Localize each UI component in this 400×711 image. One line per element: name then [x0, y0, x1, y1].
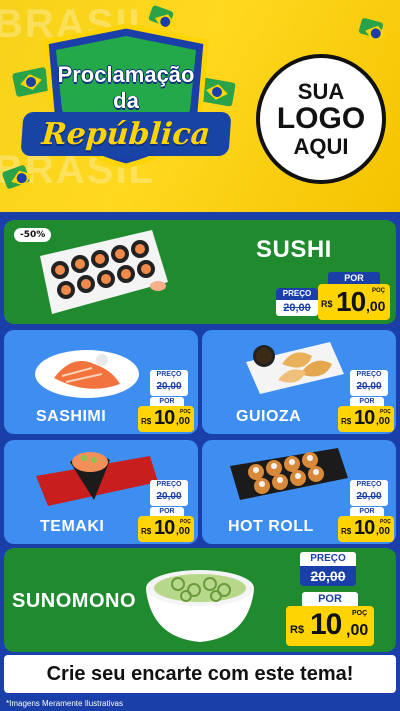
product-card-sunomono: SUNOMONO PREÇO 20,00 POR R$ 10 POÇ ,00 — [4, 548, 396, 652]
sunomono-image — [146, 570, 254, 642]
product-name: SUNOMONO — [12, 590, 136, 612]
new-price-cents: ,00 — [376, 416, 390, 427]
old-price-value: 20,00 — [300, 566, 356, 586]
title-line-3: República — [20, 112, 232, 156]
product-card-hot-roll: HOT ROLL PREÇO 20,00 POR R$ 10 POÇ ,00 — [202, 440, 396, 544]
temaki-image — [36, 452, 158, 506]
currency-symbol: R$ — [341, 527, 352, 536]
old-price-value: 20,00 — [156, 381, 182, 392]
old-price-label: PREÇO — [276, 288, 318, 300]
logo-placeholder: SUA LOGO AQUI — [256, 54, 386, 184]
old-price-tag: PREÇO 20,00 — [150, 480, 188, 506]
old-price-value: 20,00 — [356, 491, 382, 502]
new-price-label: POR — [302, 592, 358, 606]
unit-label: POÇ — [352, 610, 368, 617]
product-name: HOT ROLL — [228, 518, 314, 535]
title-line-1: Proclamação — [57, 62, 195, 87]
old-price-label: PREÇO — [300, 552, 356, 566]
new-price-cents: ,00 — [176, 416, 190, 427]
old-price-tag: PREÇO 20,00 — [350, 480, 388, 506]
sushi-image — [40, 230, 168, 314]
logo-text-2: LOGO — [276, 102, 366, 136]
unit-label: POÇ — [380, 409, 391, 415]
new-price-int: 10 — [336, 286, 366, 317]
product-name: SASHIMI — [36, 408, 107, 425]
title-line-2: da — [113, 88, 139, 113]
old-price-value: 20,00 — [356, 381, 382, 392]
product-name: SUSHI — [256, 236, 332, 263]
new-price-int: 10 — [310, 608, 342, 641]
new-price-int: 10 — [154, 407, 175, 429]
hot-roll-image — [230, 448, 348, 500]
guioza-image — [246, 342, 344, 394]
currency-symbol: R$ — [290, 624, 305, 636]
product-card-guioza: GUIOZA PREÇO 20,00 POR R$ 10 POÇ ,00 — [202, 330, 396, 434]
new-price-tag: POR R$ 10 POÇ ,00 — [138, 507, 194, 542]
old-price-tag: PREÇO 20,00 — [276, 288, 318, 316]
product-name: GUIOZA — [236, 408, 302, 425]
currency-symbol: R$ — [141, 417, 152, 426]
brazil-flag-icon — [358, 17, 384, 39]
new-price-tag: POR R$ 10 POÇ ,00 — [338, 397, 394, 432]
unit-label: POÇ — [372, 288, 386, 294]
product-card-sushi: -50% SUSHI PREÇO 20,00 POR R$ 10 POÇ ,00 — [4, 220, 396, 324]
unit-label: POÇ — [180, 409, 191, 415]
old-price-label: PREÇO — [150, 480, 188, 490]
new-price-int: 10 — [154, 517, 175, 539]
currency-symbol: R$ — [321, 299, 333, 309]
old-price-tag: PREÇO 20,00 — [300, 552, 356, 586]
new-price-label: POR — [328, 272, 380, 284]
product-name: TEMAKI — [40, 518, 105, 535]
unit-label: POÇ — [180, 519, 191, 525]
product-card-temaki: TEMAKI PREÇO 20,00 POR R$ 10 POÇ ,00 — [4, 440, 198, 544]
title-shield: Proclamação da República — [20, 22, 232, 170]
new-price-label: POR — [350, 507, 384, 516]
old-price-tag: PREÇO 20,00 — [350, 370, 388, 396]
new-price-label: POR — [150, 507, 184, 516]
old-price-tag: PREÇO 20,00 — [150, 370, 188, 396]
currency-symbol: R$ — [141, 527, 152, 536]
new-price-tag: POR R$ 10 POÇ ,00 — [318, 272, 390, 320]
sashimi-image — [35, 350, 139, 398]
currency-symbol: R$ — [341, 417, 352, 426]
new-price-tag: POR R$ 10 POÇ ,00 — [338, 507, 394, 542]
new-price-cents: ,00 — [376, 526, 390, 537]
header-banner: BRASIL BRASIL Proclamação da República S… — [0, 0, 400, 212]
logo-text-1: SUA — [297, 79, 345, 105]
new-price-label: POR — [150, 397, 184, 406]
footer-note: *Imagens Meramente Ilustrativas — [0, 697, 400, 711]
old-price-label: PREÇO — [350, 480, 388, 490]
new-price-cents: ,00 — [176, 526, 190, 537]
product-card-sashimi: SASHIMI PREÇO 20,00 POR R$ 10 POÇ ,00 — [4, 330, 198, 434]
new-price-label: POR — [350, 397, 384, 406]
new-price-cents: ,00 — [346, 622, 369, 639]
unit-label: POÇ — [380, 519, 391, 525]
old-price-value: 20,00 — [283, 302, 311, 314]
logo-text-3: AQUI — [293, 133, 349, 159]
old-price-label: PREÇO — [150, 370, 188, 380]
old-price-label: PREÇO — [350, 370, 388, 380]
new-price-int: 10 — [354, 517, 375, 539]
old-price-value: 20,00 — [156, 491, 182, 502]
new-price-int: 10 — [354, 407, 375, 429]
new-price-cents: ,00 — [366, 298, 386, 314]
new-price-tag: POR R$ 10 POÇ ,00 — [138, 397, 194, 432]
cta-banner[interactable]: Crie seu encarte com este tema! — [4, 655, 396, 693]
new-price-tag: POR R$ 10 POÇ ,00 — [286, 592, 374, 646]
